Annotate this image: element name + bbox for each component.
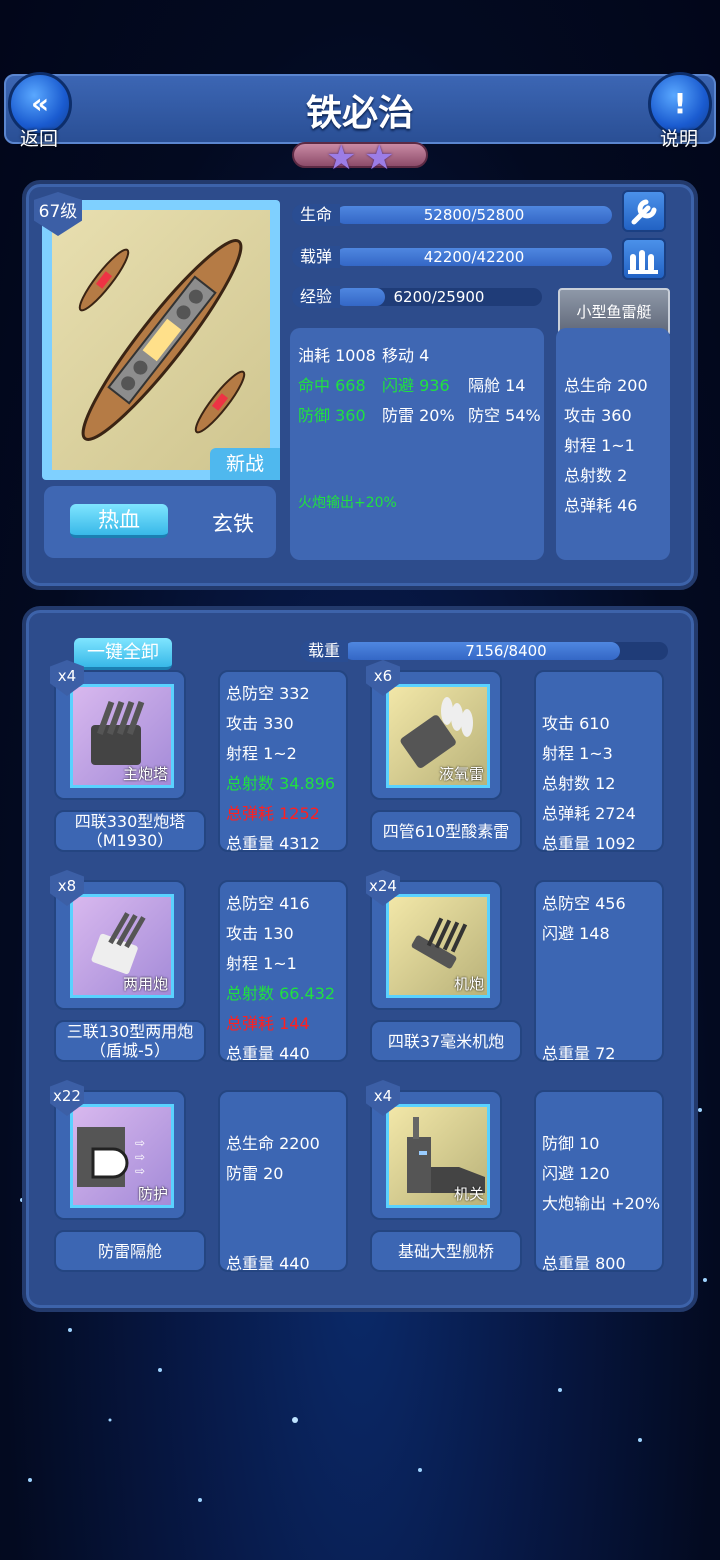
star-icon: ★ xyxy=(326,138,357,178)
equipment-category: 机炮 xyxy=(453,975,484,993)
equipment-stat: 总防空 332 xyxy=(226,684,310,703)
equipment-stats: 总防空 456 闪避 148 总重量 72 xyxy=(534,880,664,1063)
ship-portrait xyxy=(52,210,270,470)
equipment-stats: 总防空 332 攻击 330 射程 1~2 总射数 34.896 总弹耗 1252 总重量… xyxy=(218,670,348,853)
equipment-category: 防护 xyxy=(137,1185,168,1203)
mine-defense-stat: 防雷 20% xyxy=(382,406,455,425)
equipment-stat: 总防空 416 xyxy=(226,894,310,913)
ammo-bar: 42200/42200 载弹 xyxy=(292,246,612,268)
equipment-stat: 防御 10 xyxy=(542,1134,600,1153)
equipment-stat: 总重量 72 xyxy=(542,1044,616,1063)
wrench-icon xyxy=(631,199,657,225)
exclamation-icon: ! xyxy=(673,87,687,120)
defense-stat: 防御 360 xyxy=(298,406,366,425)
equipment-stat: 闪避 148 xyxy=(542,924,610,943)
repair-button[interactable] xyxy=(622,190,666,232)
equipment-stat: 防雷 20 xyxy=(226,1164,284,1183)
escort-stat: 总弹耗 46 xyxy=(564,496,638,515)
equipment-panel: 一键全卸 7156/8400 载重 主炮塔 x4 四联330型炮塔（M1930）… xyxy=(22,606,698,1312)
equipment-category: 液氧雷 xyxy=(438,765,484,783)
equipment-stats: 总生命 2200 防雷 20 总重量 440 xyxy=(218,1090,348,1273)
equipment-stat: 大炮输出 +20% xyxy=(542,1194,661,1213)
equipment-name[interactable]: 基础大型舰桥 xyxy=(370,1230,522,1272)
equipment-category: 两用炮 xyxy=(122,975,168,993)
hp-bar: 52800/52800 生命 xyxy=(292,204,612,226)
star-icon: ★ xyxy=(364,138,395,178)
escort-stat: 射程 1~1 xyxy=(564,436,635,455)
ammo-button[interactable] xyxy=(622,238,666,280)
equipment-stat: 闪避 120 xyxy=(542,1164,610,1183)
escort-stat: 总生命 200 xyxy=(564,376,648,395)
equipment-stat: 攻击 610 xyxy=(542,714,610,733)
equipment-stat: 总弹耗 144 xyxy=(226,1014,310,1033)
star-rating: ★ ★ xyxy=(292,138,428,178)
escort-stat: 攻击 360 xyxy=(564,406,632,425)
equipment-category: 机关 xyxy=(453,1185,484,1203)
equipment-stat: 总重量 1092 xyxy=(542,834,636,853)
equipment-stat: 总弹耗 2724 xyxy=(542,804,636,823)
equipment-stat: 总射数 12 xyxy=(542,774,616,793)
compartment-stat: 隔舱 14 xyxy=(468,376,526,395)
battleship-image xyxy=(78,239,246,441)
unload-all-button[interactable]: 一键全卸 xyxy=(74,638,172,670)
equipment-stat: 总射数 34.896 xyxy=(226,774,336,793)
equipment-stat: 射程 1~2 xyxy=(226,744,297,763)
equipment-name[interactable]: 防雷隔舱 xyxy=(54,1230,206,1272)
fuel-stat: 油耗 1008 xyxy=(298,346,376,365)
equipment-stat: 攻击 130 xyxy=(226,924,294,943)
escort-stats-box: 总生命 200 攻击 360 射程 1~1 总射数 2 总弹耗 46 xyxy=(556,328,670,560)
equipment-stat: 总重量 800 xyxy=(542,1254,626,1273)
move-stat: 移动 4 xyxy=(382,346,430,365)
equipment-stat: 攻击 330 xyxy=(226,714,294,733)
help-label: 说明 xyxy=(660,128,699,150)
exp-bar: 6200/25900 经验 xyxy=(292,286,542,308)
equipment-stat: 总生命 2200 xyxy=(226,1134,320,1153)
equipment-stat: 射程 1~3 xyxy=(542,744,613,763)
ship-panel: 新战 67级 热血 玄铁 52800/52800 生命 42200/42200 … xyxy=(22,180,698,590)
equipment-stats: 攻击 610 射程 1~3 总射数 12 总弹耗 2724 总重量 1092 xyxy=(534,670,664,853)
equipment-stats: 防御 10 闪避 120 大炮输出 +20% 总重量 800 xyxy=(534,1090,664,1273)
equipment-name[interactable]: 四管610型酸素雷 xyxy=(370,810,522,852)
equipment-stat: 总射数 66.432 xyxy=(226,984,336,1003)
equipment-stat: 射程 1~1 xyxy=(226,954,297,973)
equipment-name[interactable]: 四联330型炮塔（M1930） xyxy=(54,810,206,852)
ship-stats-box: 油耗 1008 移动 4 命中 668 闪避 936 隔舱 14 防御 360 … xyxy=(290,328,544,560)
ship-portrait-frame: 新战 xyxy=(42,200,280,480)
equipment-stat: 总重量 4312 xyxy=(226,834,320,853)
dodge-stat: 闪避 936 xyxy=(382,376,450,395)
header: « 返回 铁必治 ! 说明 xyxy=(0,66,720,150)
svg-text:⇨: ⇨ xyxy=(135,1164,145,1178)
skill-button-active[interactable]: 热血 xyxy=(70,504,168,538)
new-ship-tag: 新战 xyxy=(210,448,280,480)
equipment-name[interactable]: 三联130型两用炮（盾城-5） xyxy=(54,1020,206,1062)
equipment-stat: 总防空 456 xyxy=(542,894,626,913)
equipment-stats: 总防空 416 攻击 130 射程 1~1 总射数 66.432 总弹耗 144 总重量 … xyxy=(218,880,348,1063)
escort-stat: 总射数 2 xyxy=(564,466,628,485)
equipment-stat: 总弹耗 1252 xyxy=(226,804,320,823)
equipment-stat: 总重量 440 xyxy=(226,1254,310,1273)
equipment-stat: 总重量 440 xyxy=(226,1044,310,1063)
svg-text:⇨: ⇨ xyxy=(135,1136,145,1150)
bonus-stat: 火炮输出+20% xyxy=(298,495,397,511)
hit-stat: 命中 668 xyxy=(298,376,366,395)
aa-stat: 防空 54% xyxy=(468,406,541,425)
ammo-icon xyxy=(628,250,658,274)
skill-row: 热血 玄铁 xyxy=(44,486,276,558)
skill-button-other[interactable]: 玄铁 xyxy=(212,508,254,538)
load-bar: 7156/8400 载重 xyxy=(300,640,668,662)
page-title: 铁必治 xyxy=(305,93,414,134)
equipment-category: 主炮塔 xyxy=(122,765,168,783)
equipment-name[interactable]: 四联37毫米机炮 xyxy=(370,1020,522,1062)
svg-text:⇨: ⇨ xyxy=(135,1150,145,1164)
